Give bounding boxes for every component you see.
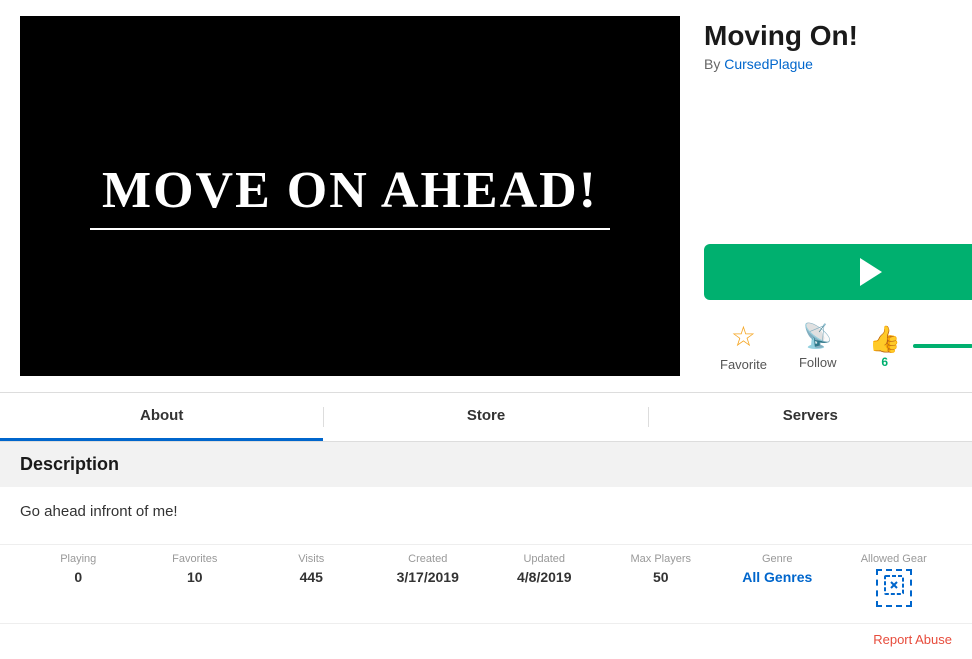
like-dislike-group: 👍 6 👎 1 [861,320,972,373]
follow-button[interactable]: 📡 Follow [783,318,853,374]
vote-bar-green [913,344,972,348]
stat-playing-label: Playing [60,553,96,565]
stat-visits-value: 445 [300,569,323,585]
stat-updated: Updated 4/8/2019 [486,553,603,607]
description-text: Go ahead infront of me! [0,487,972,536]
top-section: MOVE ON AHEAD! Moving On! By CursedPlagu… [0,0,972,392]
stat-allowedgear: Allowed Gear [836,553,953,607]
stat-playing: Playing 0 [20,553,137,607]
thumbnail-underline [90,228,610,230]
stat-maxplayers: Max Players 50 [603,553,720,607]
star-icon: ☆ [731,320,756,353]
tabs-row: About Store Servers [0,393,972,441]
favorite-label: Favorite [720,357,767,372]
stat-visits-label: Visits [298,553,324,565]
stat-created-label: Created [408,553,447,565]
stat-visits: Visits 445 [253,553,370,607]
description-header: Description [0,442,972,487]
follow-label: Follow [799,355,837,370]
like-button[interactable]: 👍 6 [861,320,909,373]
allowed-gear-icon [876,569,912,607]
stat-favorites-value: 10 [187,569,203,585]
stat-updated-label: Updated [523,553,565,565]
tabs-section: About Store Servers [0,392,972,442]
stat-genre-value[interactable]: All Genres [742,569,812,585]
stat-favorites: Favorites 10 [137,553,254,607]
action-buttons: ☆ Favorite 📡 Follow 👍 6 [704,316,972,376]
report-link[interactable]: Report Abuse [873,632,952,647]
right-panel: Moving On! By CursedPlague ☆ Favorite 📡 … [704,16,972,376]
stat-created-value: 3/17/2019 [397,569,459,585]
game-title: Moving On! [704,20,972,52]
content-section: Description Go ahead infront of me! Play… [0,442,972,659]
thumbnail-title: MOVE ON AHEAD! [102,162,598,219]
stat-maxplayers-label: Max Players [630,553,691,565]
tab-about[interactable]: About [0,393,323,441]
game-thumbnail: MOVE ON AHEAD! [20,16,680,376]
report-row: Report Abuse [0,623,972,659]
stat-genre-label: Genre [762,553,793,565]
stat-genre: Genre All Genres [719,553,836,607]
stat-playing-value: 0 [74,569,82,585]
thumbs-up-icon: 👍 [869,324,901,355]
stat-maxplayers-value: 50 [653,569,669,585]
author-prefix: By [704,56,720,72]
game-author: By CursedPlague [704,56,972,72]
vote-bar [913,344,972,348]
favorite-button[interactable]: ☆ Favorite [704,316,783,376]
like-count: 6 [881,355,888,369]
stats-row: Playing 0 Favorites 10 Visits 445 Create… [0,544,972,623]
stat-allowedgear-label: Allowed Gear [861,553,927,565]
play-button[interactable] [704,244,972,300]
tab-servers[interactable]: Servers [649,393,972,441]
tab-store[interactable]: Store [324,393,647,441]
stat-updated-value: 4/8/2019 [517,569,572,585]
play-icon [860,258,882,286]
page-container: MOVE ON AHEAD! Moving On! By CursedPlagu… [0,0,972,659]
author-link[interactable]: CursedPlague [724,56,813,72]
follow-icon: 📡 [803,322,833,351]
stat-created: Created 3/17/2019 [370,553,487,607]
stat-favorites-label: Favorites [172,553,217,565]
